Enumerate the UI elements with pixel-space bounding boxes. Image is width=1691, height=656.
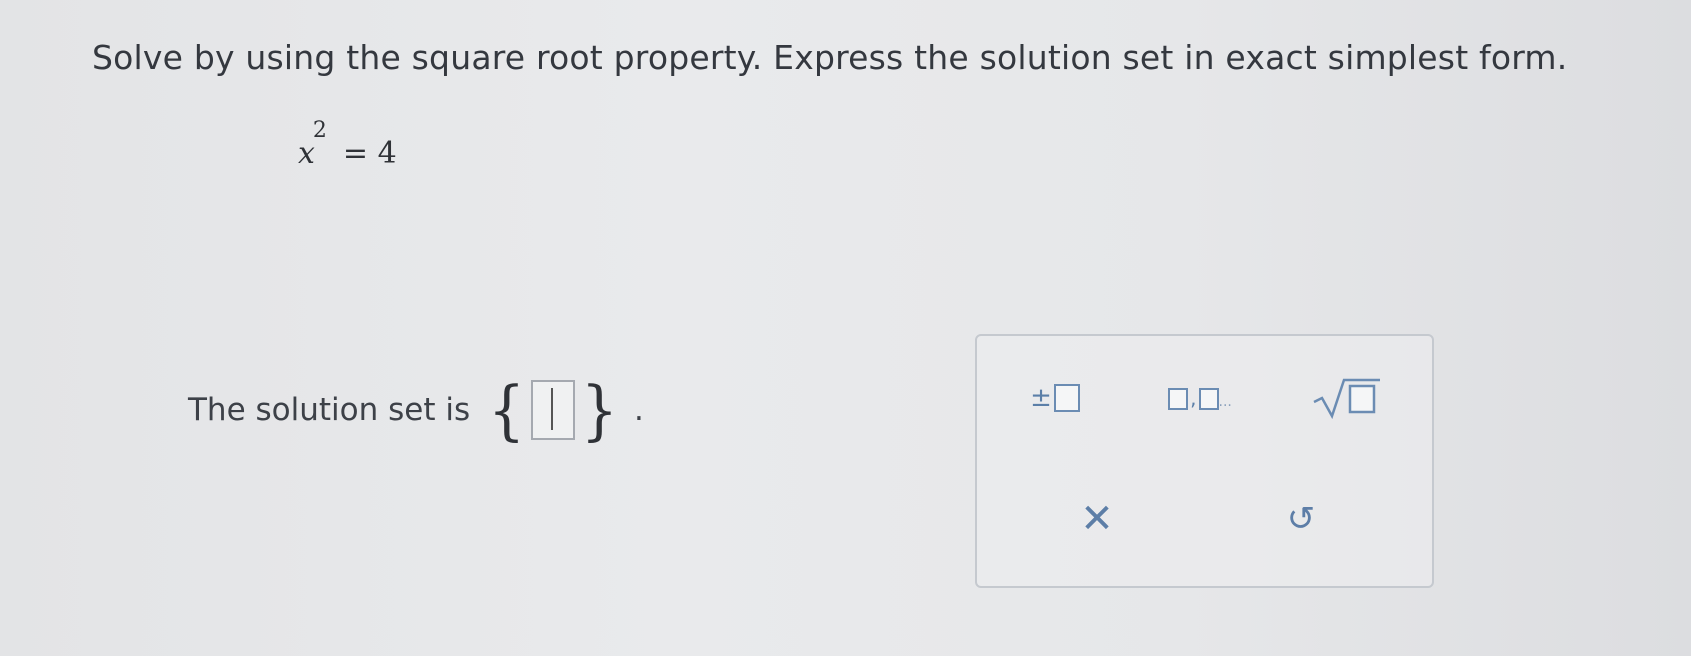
equation: x2= 4	[298, 118, 397, 171]
text-cursor	[551, 388, 554, 430]
plus-minus-box-icon: ±	[1030, 383, 1080, 413]
answer-row: The solution set is { } .	[188, 371, 644, 449]
plus-minus-button[interactable]: ±	[1023, 378, 1087, 418]
square-root-button[interactable]	[1307, 372, 1387, 422]
list-button[interactable]: ,...	[1155, 378, 1245, 418]
undo-button[interactable]: ↺	[1274, 492, 1328, 546]
list-boxes-icon: ,...	[1168, 386, 1232, 410]
clear-button[interactable]: ✕	[1070, 492, 1124, 546]
brace-close: }	[581, 371, 618, 449]
undo-icon: ↺	[1286, 499, 1316, 539]
answer-input[interactable]	[531, 380, 576, 440]
question-instruction: Solve by using the square root property.…	[92, 38, 1568, 77]
equation-right-side: = 4	[342, 136, 397, 171]
square-root-icon	[1313, 378, 1380, 420]
answer-suffix: .	[633, 392, 644, 428]
close-icon: ✕	[1080, 496, 1114, 542]
math-palette: ± ,... ✕ ↺	[975, 334, 1434, 588]
brace-open: {	[488, 371, 526, 449]
equation-exponent: 2	[312, 118, 327, 143]
answer-prefix: The solution set is	[188, 392, 471, 428]
